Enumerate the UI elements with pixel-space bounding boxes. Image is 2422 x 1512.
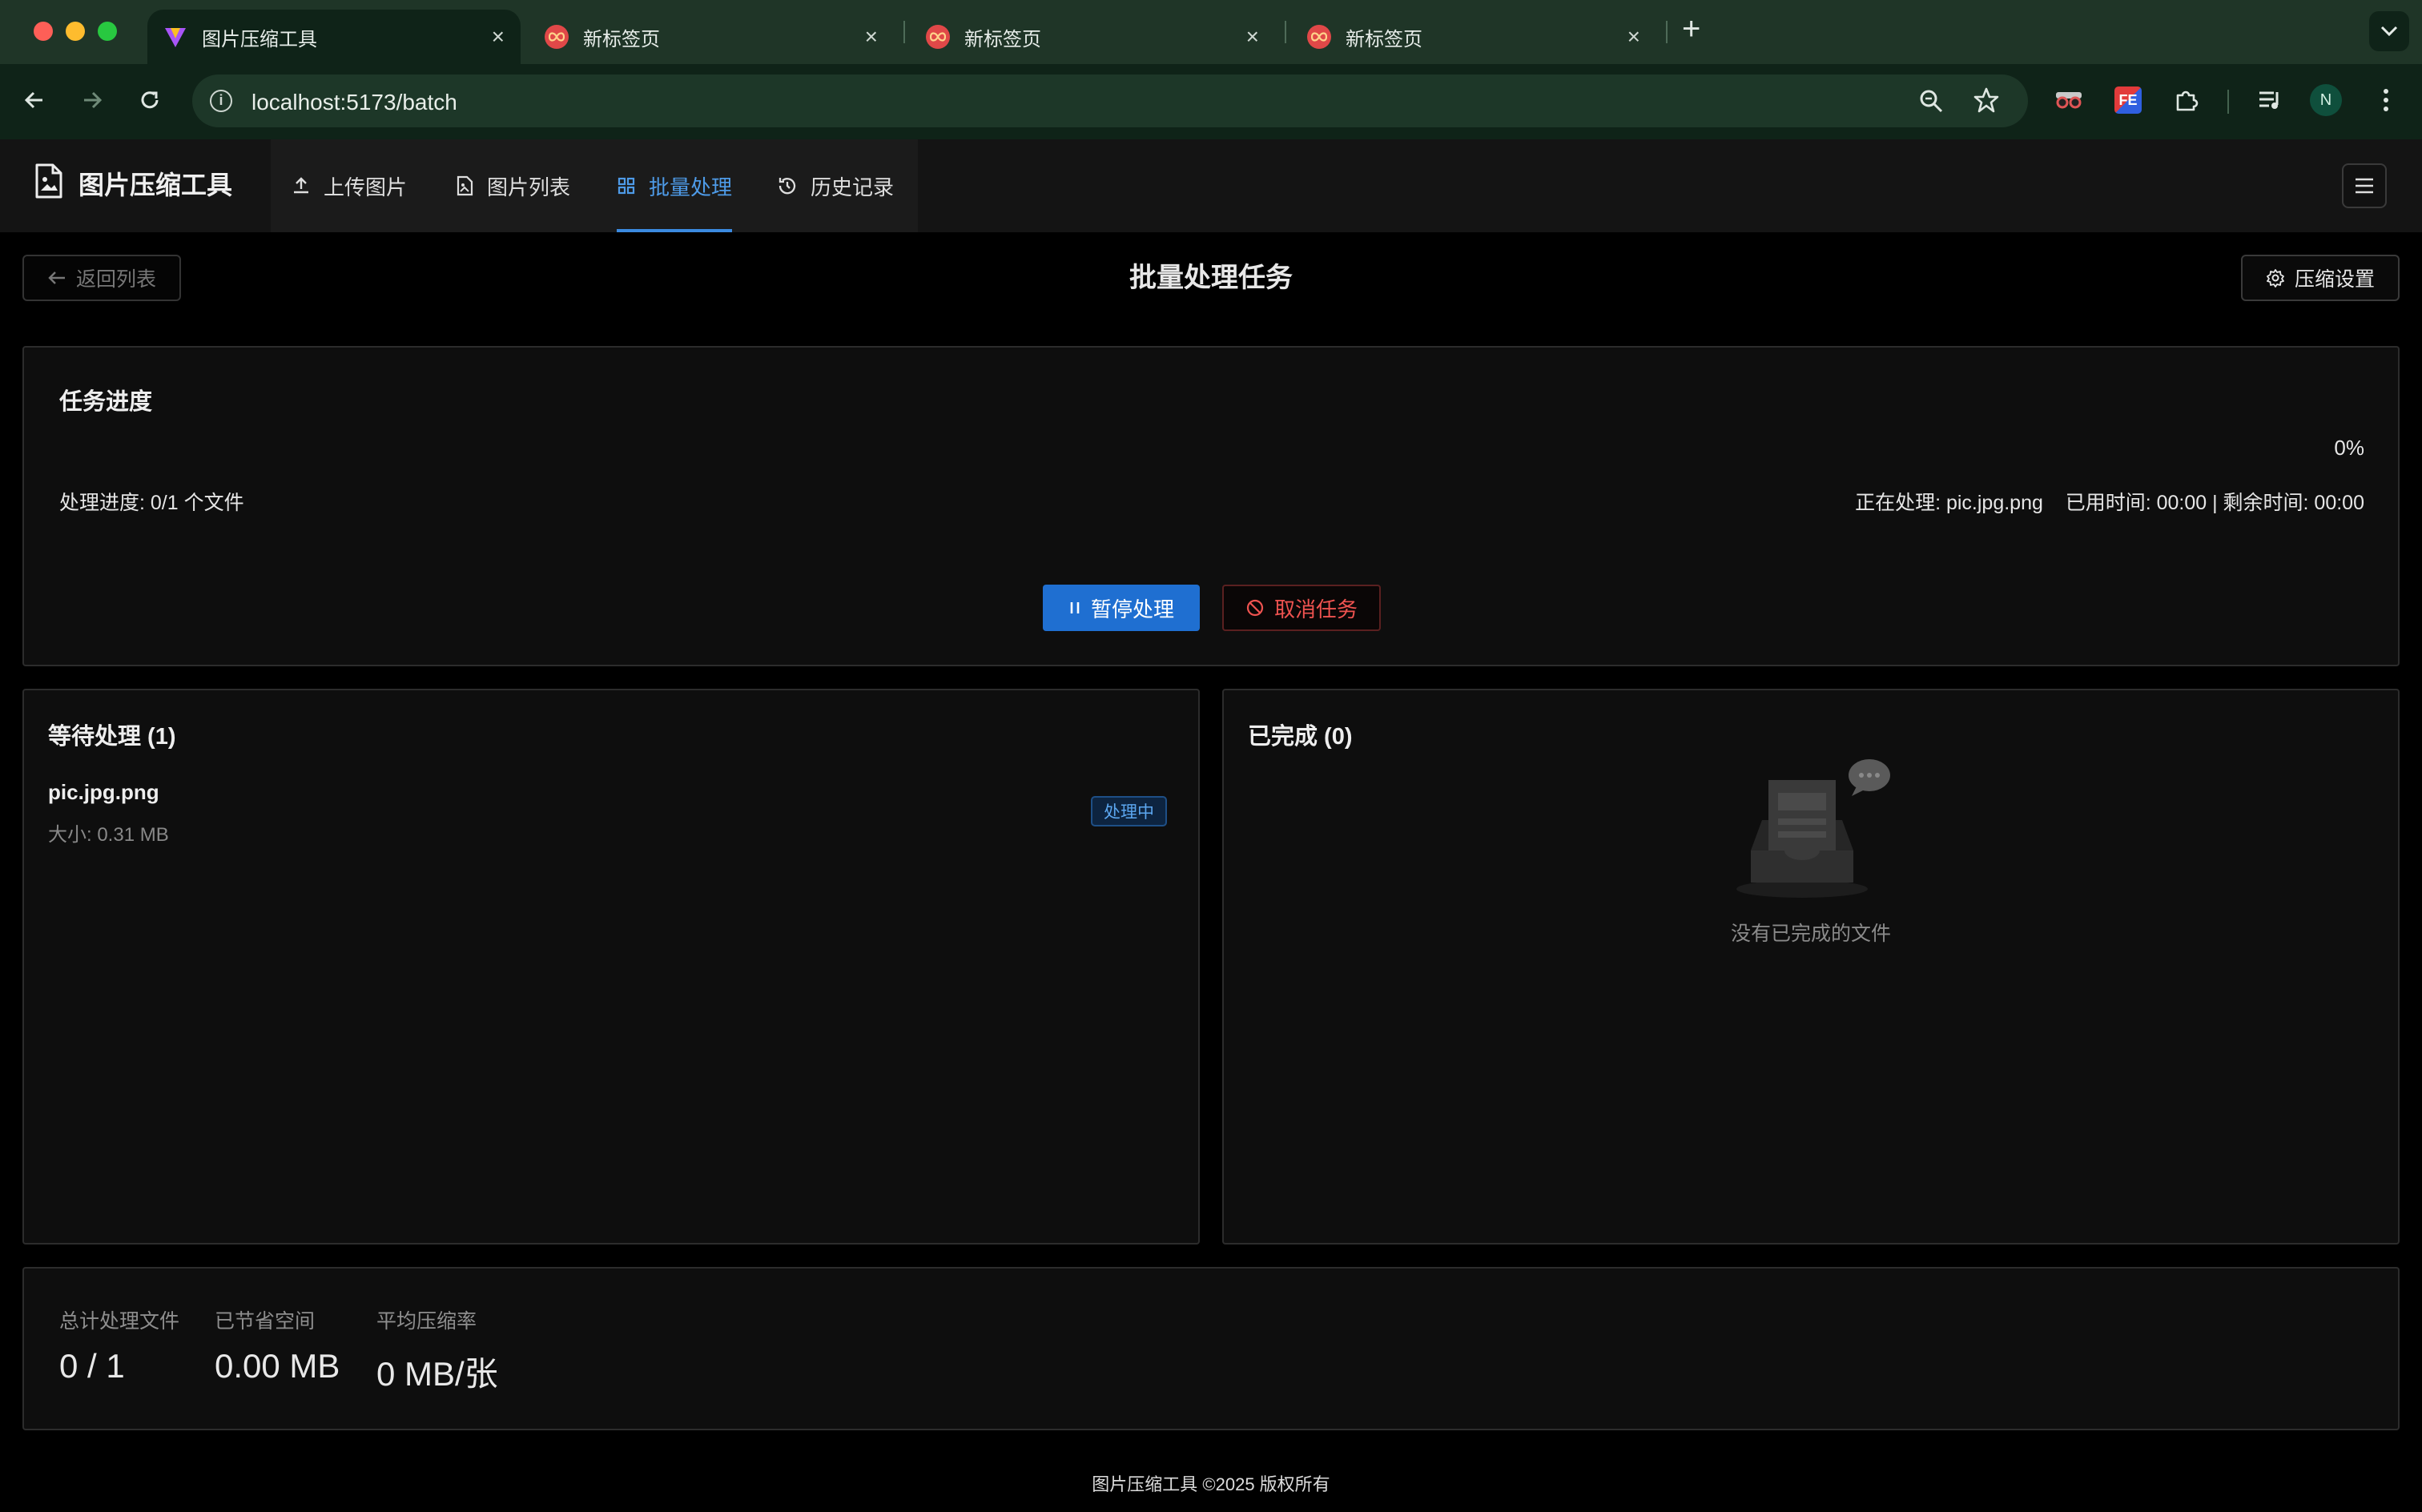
gear-icon: [2267, 269, 2284, 288]
app-title: 图片压缩工具: [78, 170, 233, 199]
nav-label: 历史记录: [811, 175, 895, 199]
pause-label: 暂停处理: [1090, 597, 1174, 621]
panel-title: 等待处理 (1): [48, 724, 176, 750]
browser-menu-kebab-icon[interactable]: [2366, 80, 2406, 120]
vite-logo-icon: [163, 25, 187, 49]
file-size: 大小: 0.31 MB: [48, 824, 169, 846]
image-file-icon: [34, 163, 64, 203]
app-header: 图片压缩工具 上传图片 图片列表 批量处理 历史记录: [0, 139, 2422, 232]
tab-separator: [1285, 21, 1286, 43]
newtab-favicon-icon: [545, 25, 569, 49]
nav-batch[interactable]: 批量处理: [617, 139, 732, 232]
browser-tab-newtab[interactable]: 新标签页 ×: [1291, 10, 1656, 64]
empty-state-text: 没有已完成的文件: [1730, 923, 1891, 945]
toolbar-separator: [2227, 90, 2229, 114]
tab-separator: [903, 21, 905, 43]
stat-space-saved: 已节省空间 0.00 MB: [215, 1305, 340, 1385]
page-footer: 图片压缩工具 ©2025 版权所有: [1092, 1474, 1330, 1494]
newtab-favicon-icon: [1307, 25, 1331, 49]
menu-hamburger-icon[interactable]: [2342, 163, 2387, 208]
extensions-puzzle-icon[interactable]: [2166, 80, 2206, 120]
current-file-text: 正在处理: pic.jpg.png: [1855, 492, 2043, 514]
stat-label: 平均压缩率: [376, 1310, 477, 1333]
window-minimize-button[interactable]: [66, 22, 85, 41]
nav-label: 图片列表: [487, 175, 571, 199]
url-text: localhost:5173/batch: [251, 90, 457, 115]
tab-separator: [1666, 21, 1668, 43]
statistics-panel: 总计处理文件 0 / 1 已节省空间 0.00 MB 平均压缩率 0 MB/张: [22, 1267, 2400, 1430]
file-image-icon: [457, 175, 473, 196]
upload-icon: [294, 177, 308, 194]
tab-close-icon[interactable]: ×: [865, 26, 878, 48]
tab-title: 新标签页: [583, 28, 660, 50]
compression-settings-button[interactable]: 压缩设置: [2241, 255, 2400, 301]
nav-history[interactable]: 历史记录: [777, 139, 894, 232]
back-arrow-icon[interactable]: [14, 80, 54, 120]
empty-inbox-icon: [1736, 754, 1897, 911]
stat-value: 0.00 MB: [215, 1347, 340, 1385]
history-icon: [778, 178, 796, 195]
media-queue-icon[interactable]: [2251, 80, 2291, 120]
stat-total-files: 总计处理文件 0 / 1: [59, 1305, 179, 1385]
pause-button[interactable]: 暂停处理: [1043, 585, 1200, 631]
zoom-magnifier-icon[interactable]: [1917, 87, 1945, 119]
address-bar[interactable]: i localhost:5173/batch: [192, 74, 2028, 127]
grid-icon: [618, 177, 635, 195]
task-progress-panel: 任务进度 0% 处理进度: 0/1 个文件 正在处理: pic.jpg.png …: [22, 346, 2400, 666]
reload-icon[interactable]: [130, 80, 170, 120]
time-text: 已用时间: 00:00 | 剩余时间: 00:00: [2065, 492, 2364, 514]
window-maximize-button[interactable]: [98, 22, 117, 41]
nav-upload[interactable]: 上传图片: [292, 139, 407, 232]
app-logo[interactable]: 图片压缩工具: [34, 163, 232, 203]
fe-helper-extension-icon[interactable]: FE: [2108, 80, 2148, 120]
tab-title: 新标签页: [964, 28, 1041, 50]
new-tab-plus-icon[interactable]: +: [1682, 11, 1700, 47]
forward-arrow-icon[interactable]: [72, 80, 112, 120]
stat-label: 已节省空间: [215, 1310, 316, 1333]
browser-tab-bar: 图片压缩工具 × 新标签页 × 新标签页 × 新标签页 × +: [0, 0, 2422, 64]
status-badge: 处理中: [1091, 796, 1167, 826]
nav-label: 批量处理: [649, 175, 733, 199]
pending-queue-panel: 等待处理 (1) pic.jpg.png 大小: 0.31 MB 处理中: [22, 689, 1200, 1245]
bookmark-star-icon[interactable]: [1972, 86, 2001, 119]
nav-label: 上传图片: [324, 175, 408, 199]
stat-avg-ratio: 平均压缩率 0 MB/张: [376, 1305, 498, 1396]
newtab-favicon-icon: [926, 25, 950, 49]
progress-percent: 0%: [2334, 436, 2364, 460]
progress-summary: 处理进度: 0/1 个文件: [59, 492, 244, 514]
site-info-icon[interactable]: i: [210, 90, 232, 112]
stat-label: 总计处理文件: [59, 1310, 180, 1333]
progress-status: 正在处理: pic.jpg.png 已用时间: 00:00 | 剩余时间: 00…: [1855, 487, 2364, 516]
browser-toolbar: i localhost:5173/batch FE N: [0, 64, 2422, 139]
tab-close-icon[interactable]: ×: [1627, 26, 1640, 48]
glasses-extension-icon[interactable]: [2049, 80, 2089, 120]
browser-tab-newtab[interactable]: 新标签页 ×: [910, 10, 1275, 64]
stat-value: 0 / 1: [59, 1347, 125, 1385]
panel-title: 任务进度: [59, 389, 153, 415]
cancel-label: 取消任务: [1273, 597, 1358, 621]
tab-title: 图片压缩工具: [202, 28, 317, 50]
tab-search-chevron-icon[interactable]: [2369, 11, 2409, 51]
completed-panel: 已完成 (0) 没有已完成的文件: [1222, 689, 2400, 1245]
browser-tab-app[interactable]: 图片压缩工具 ×: [147, 10, 521, 64]
stop-icon: [1246, 599, 1264, 617]
nav-image-list[interactable]: 图片列表: [455, 139, 570, 232]
nav-active-indicator: [617, 229, 732, 232]
stat-value: 0 MB/张: [376, 1355, 498, 1393]
tab-close-icon[interactable]: ×: [492, 26, 505, 48]
tab-close-icon[interactable]: ×: [1246, 26, 1259, 48]
window-close-button[interactable]: [34, 22, 53, 41]
cancel-task-button[interactable]: 取消任务: [1222, 585, 1381, 631]
fe-helper-label: FE: [2114, 86, 2142, 114]
tab-title: 新标签页: [1346, 28, 1422, 50]
panel-title: 已完成 (0): [1248, 724, 1353, 750]
pause-icon: [1070, 602, 1080, 613]
profile-avatar[interactable]: N: [2310, 84, 2342, 116]
browser-tab-newtab[interactable]: 新标签页 ×: [529, 10, 894, 64]
settings-label: 压缩设置: [2294, 268, 2375, 291]
file-name: pic.jpg.png: [48, 780, 159, 804]
page-title: 批量处理任务: [1129, 263, 1293, 293]
